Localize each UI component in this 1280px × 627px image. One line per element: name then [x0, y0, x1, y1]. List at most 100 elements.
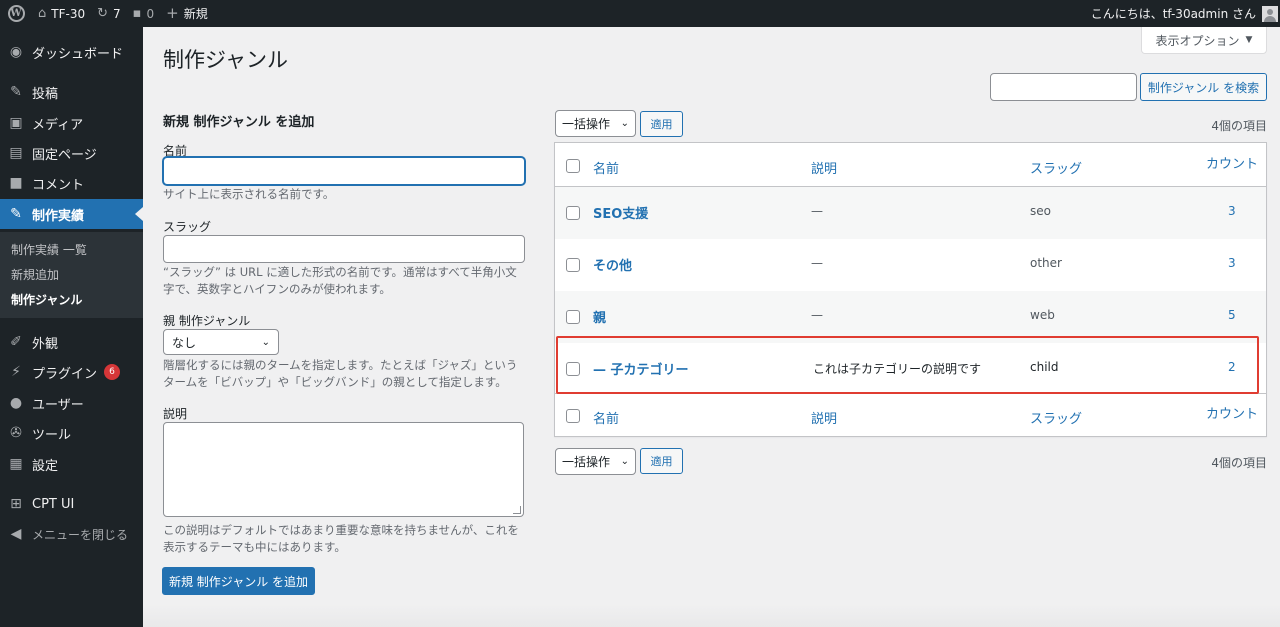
update-count-badge: 6	[104, 364, 121, 380]
term-count-link[interactable]: 3	[1228, 204, 1236, 218]
term-description: —	[811, 256, 823, 270]
column-slug-footer[interactable]: スラッグ	[1030, 408, 1082, 427]
column-name-header[interactable]: 名前	[593, 158, 619, 177]
avatar	[1262, 5, 1278, 22]
select-all-checkbox[interactable]	[566, 159, 580, 173]
parent-description-line-1: 階層化するには親のタームを指定します。たとえば「ジャズ」という	[163, 358, 518, 372]
term-name-link[interactable]: その他	[593, 255, 632, 274]
wrench-icon: ✇	[10, 425, 22, 441]
description-help-line-1: この説明はデフォルトではあまり重要な意味を持ちませんが、これを	[163, 523, 519, 537]
settings-icon: ▦	[9, 456, 23, 472]
bulk-action-label: 一括操作	[562, 455, 611, 469]
bulk-action-label: 一括操作	[562, 117, 611, 131]
bulk-action-select-top[interactable]: 一括操作 ⌄	[555, 110, 636, 137]
item-count-top: 4個の項目	[1211, 119, 1267, 133]
apply-button-bottom[interactable]: 適用	[640, 448, 683, 474]
parent-label: 親 制作ジャンル	[163, 314, 251, 328]
sidebar-item-dashboard[interactable]: ◉ ダッシュボード	[0, 37, 143, 67]
row-checkbox[interactable]	[566, 258, 580, 272]
sidebar-item-label: メディア	[32, 117, 84, 133]
parent-select[interactable]: なし ⌄	[163, 329, 279, 355]
sidebar-item-cpt-ui[interactable]: ⊞ CPT UI	[0, 489, 143, 519]
wordpress-logo-menu[interactable]: W	[0, 0, 32, 27]
term-name-link[interactable]: SEO支援	[593, 203, 648, 222]
collapse-menu-label: メニューを閉じる	[32, 527, 129, 542]
collapse-menu-button[interactable]: ◀ メニューを閉じる	[0, 519, 143, 549]
description-help-line-2: 表示するテーマも中にはあります。	[163, 540, 346, 554]
parent-description-line-2: タームを「ビバップ」や「ビッグバンド」の親として指定します。	[163, 375, 507, 389]
sidebar-item-comments[interactable]: ■ コメント	[0, 168, 143, 198]
sidebar-item-pages[interactable]: ▤ 固定ページ	[0, 138, 143, 168]
term-slug: seo	[1030, 204, 1051, 218]
sidebar-item-label: ダッシュボード	[32, 46, 124, 62]
term-slug: other	[1030, 256, 1062, 270]
column-description-header[interactable]: 説明	[811, 158, 837, 177]
sidebar-item-label: ツール	[32, 427, 72, 443]
page-title: 制作ジャンル	[163, 48, 288, 72]
home-icon: ⌂	[38, 6, 47, 21]
comment-icon: ■	[9, 175, 23, 191]
sidebar-item-posts[interactable]: ✎ 投稿	[0, 77, 143, 107]
sidebar-item-plugins[interactable]: ⚡ プラグイン 6	[0, 357, 143, 387]
term-description: —	[811, 204, 823, 218]
chevron-down-icon: ⌄	[620, 456, 629, 467]
screen-options-label: 表示オプション	[1155, 33, 1240, 48]
sidebar-item-appearance[interactable]: ✐ 外観	[0, 327, 143, 357]
select-all-checkbox-bottom[interactable]	[566, 409, 580, 423]
collapse-arrow-icon: ◀	[10, 526, 22, 542]
pin-icon: ✎	[10, 206, 22, 222]
submenu-item-add-new[interactable]: 新規追加	[11, 266, 59, 283]
add-form-heading: 新規 制作ジャンル を追加	[163, 115, 315, 130]
sidebar-item-label: 制作実績	[32, 208, 85, 224]
chevron-down-icon: ⌄	[261, 336, 270, 348]
table-footer: 名前 説明 スラッグ カウント	[555, 393, 1266, 436]
greeting: こんにちは、tf-30admin さん	[1090, 7, 1256, 21]
sidebar-item-label: 外観	[32, 336, 59, 352]
comments-count: 0	[146, 6, 155, 21]
comments-link[interactable]: ▪ 0	[127, 0, 160, 27]
sidebar-item-users[interactable]: ● ユーザー	[0, 388, 143, 418]
highlight-annotation	[556, 336, 1259, 394]
column-name-footer[interactable]: 名前	[593, 408, 619, 427]
sidebar-item-media[interactable]: ▣ メディア	[0, 108, 143, 138]
column-slug-header[interactable]: スラッグ	[1030, 158, 1082, 177]
name-field[interactable]	[163, 157, 525, 185]
sidebar-item-settings[interactable]: ▦ 設定	[0, 449, 143, 479]
term-description: —	[811, 308, 823, 322]
wordpress-icon: W	[7, 5, 25, 22]
new-label: 新規	[183, 7, 208, 21]
term-name-link[interactable]: 親	[593, 307, 606, 326]
submenu-item-all-works[interactable]: 制作実績 一覧	[11, 241, 87, 258]
term-count-link[interactable]: 5	[1228, 308, 1236, 322]
sidebar-item-works[interactable]: ✎ 制作実績	[0, 199, 143, 229]
new-content-link[interactable]: + 新規	[160, 0, 214, 27]
item-count-bottom: 4個の項目	[1211, 456, 1267, 470]
column-count-header[interactable]: カウント	[1206, 153, 1258, 172]
sidebar-item-label: コメント	[32, 177, 85, 193]
submenu-item-genre[interactable]: 制作ジャンル	[11, 291, 82, 308]
media-icon: ▣	[9, 115, 23, 131]
row-checkbox[interactable]	[566, 206, 580, 220]
site-name-link[interactable]: ⌂ TF-30	[32, 0, 91, 27]
slug-field[interactable]	[163, 235, 525, 263]
screen-options-button[interactable]: 表示オプション ▼	[1141, 27, 1267, 54]
works-submenu: 制作実績 一覧 新規追加 制作ジャンル	[0, 232, 143, 318]
add-genre-button[interactable]: 新規 制作ジャンル を追加	[162, 567, 315, 595]
sidebar-item-tools[interactable]: ✇ ツール	[0, 418, 143, 448]
updates-link[interactable]: ↻ 7	[91, 0, 127, 27]
search-input[interactable]	[990, 73, 1137, 101]
bulk-action-select-bottom[interactable]: 一括操作 ⌄	[555, 448, 636, 475]
table-row: その他 — other 3	[555, 239, 1266, 291]
description-textarea[interactable]	[163, 422, 524, 517]
apply-button-top[interactable]: 適用	[640, 111, 683, 137]
account-menu[interactable]: こんにちは、tf-30admin さん	[1091, 0, 1278, 27]
search-button[interactable]: 制作ジャンル を検索	[1140, 73, 1267, 101]
sidebar-item-label: 投稿	[32, 86, 59, 102]
plugin-icon: ⚡	[11, 364, 21, 380]
term-count-link[interactable]: 3	[1228, 256, 1236, 270]
column-description-footer[interactable]: 説明	[811, 408, 837, 427]
row-checkbox[interactable]	[566, 310, 580, 324]
page-icon: ▤	[9, 145, 23, 161]
caret-down-icon: ▼	[1245, 35, 1253, 45]
column-count-footer[interactable]: カウント	[1206, 403, 1258, 422]
